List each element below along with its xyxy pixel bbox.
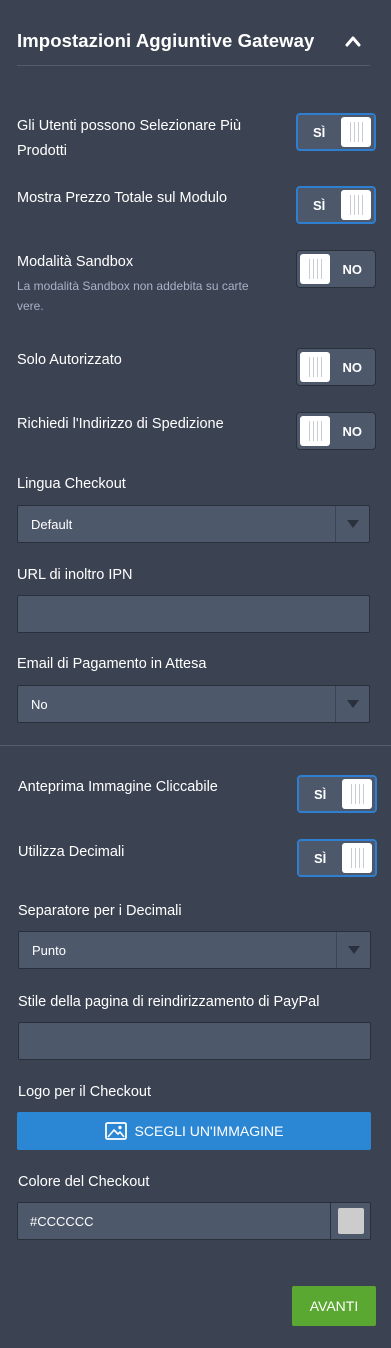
total-price-label: Mostra Prezzo Totale sul Modulo [17, 190, 228, 206]
clickable-preview-toggle[interactable]: SÌ [297, 775, 377, 813]
shipping-address-toggle[interactable]: NO [296, 412, 376, 450]
pending-email-select[interactable]: No [17, 685, 370, 723]
paypal-style-label: Stile della pagina di reindirizzamento d… [18, 994, 320, 1010]
toggle-state-label: SÌ [314, 850, 327, 866]
toggle-knob [341, 117, 371, 147]
paypal-style-input[interactable] [18, 1022, 371, 1060]
decimal-separator-select[interactable]: Punto [18, 931, 371, 969]
color-swatch [337, 1208, 364, 1234]
toggle-knob [342, 843, 372, 873]
choose-image-label: SCEGLI UN'IMMAGINE [134, 1123, 284, 1139]
decimal-separator-label: Separatore per i Decimali [18, 903, 182, 919]
multi-product-label: Gli Utenti possono Selezionare Più Prodo… [17, 118, 242, 159]
choose-image-button[interactable]: SCEGLI UN'IMMAGINE [17, 1112, 371, 1150]
ipn-url-label: URL di inoltro IPN [17, 567, 133, 583]
chevron-up-icon[interactable] [344, 34, 362, 48]
sandbox-toggle[interactable]: NO [296, 250, 376, 288]
toggle-knob [300, 254, 330, 284]
select-value: Default [31, 516, 73, 532]
checkout-color-label: Colore del Checkout [18, 1174, 150, 1190]
toggle-knob [300, 352, 330, 382]
toggle-state-label: SÌ [314, 786, 327, 802]
total-price-toggle[interactable]: SÌ [296, 186, 376, 224]
caret-down-icon[interactable] [335, 686, 369, 722]
select-value: Punto [32, 942, 66, 958]
clickable-preview-label: Anteprima Immagine Cliccabile [18, 779, 218, 795]
image-icon [104, 1122, 127, 1140]
sandbox-label: Modalità Sandbox [17, 254, 134, 270]
color-picker-button[interactable] [330, 1203, 370, 1239]
checkout-logo-label: Logo per il Checkout [18, 1084, 151, 1100]
select-value: No [31, 696, 48, 712]
toggle-state-label: NO [342, 423, 363, 439]
section-title: Impostazioni Aggiuntive Gateway [17, 30, 315, 51]
sandbox-description: La modalità Sandbox non addebita su cart… [17, 279, 249, 313]
use-decimals-toggle[interactable]: SÌ [297, 839, 377, 877]
authorized-only-label: Solo Autorizzato [17, 352, 122, 368]
toggle-knob [300, 416, 330, 446]
gateway-settings-panel: Impostazioni Aggiuntive Gateway Gli Uten… [0, 0, 391, 1348]
toggle-knob [342, 779, 372, 809]
checkout-color-input[interactable]: #CCCCCC [17, 1202, 371, 1240]
checkout-language-label: Lingua Checkout [17, 476, 126, 492]
authorized-only-toggle[interactable]: NO [296, 348, 376, 386]
caret-down-icon[interactable] [335, 506, 369, 542]
section-header[interactable]: Impostazioni Aggiuntive Gateway [17, 20, 370, 66]
next-button[interactable]: AVANTI [292, 1286, 376, 1326]
toggle-state-label: SÌ [313, 124, 326, 140]
color-value: #CCCCCC [30, 1213, 94, 1229]
toggle-state-label: NO [342, 359, 363, 375]
multi-product-toggle[interactable]: SÌ [296, 113, 376, 151]
toggle-state-label: NO [342, 261, 363, 277]
caret-down-icon[interactable] [336, 932, 370, 968]
pending-email-label: Email di Pagamento in Attesa [17, 656, 207, 672]
checkout-language-select[interactable]: Default [17, 505, 370, 543]
toggle-knob [341, 190, 371, 220]
toggle-state-label: SÌ [313, 197, 326, 213]
ipn-url-input[interactable] [17, 595, 370, 633]
shipping-address-label: Richiedi l'Indirizzo di Spedizione [17, 416, 224, 432]
section-divider [0, 745, 391, 746]
use-decimals-label: Utilizza Decimali [18, 844, 125, 860]
